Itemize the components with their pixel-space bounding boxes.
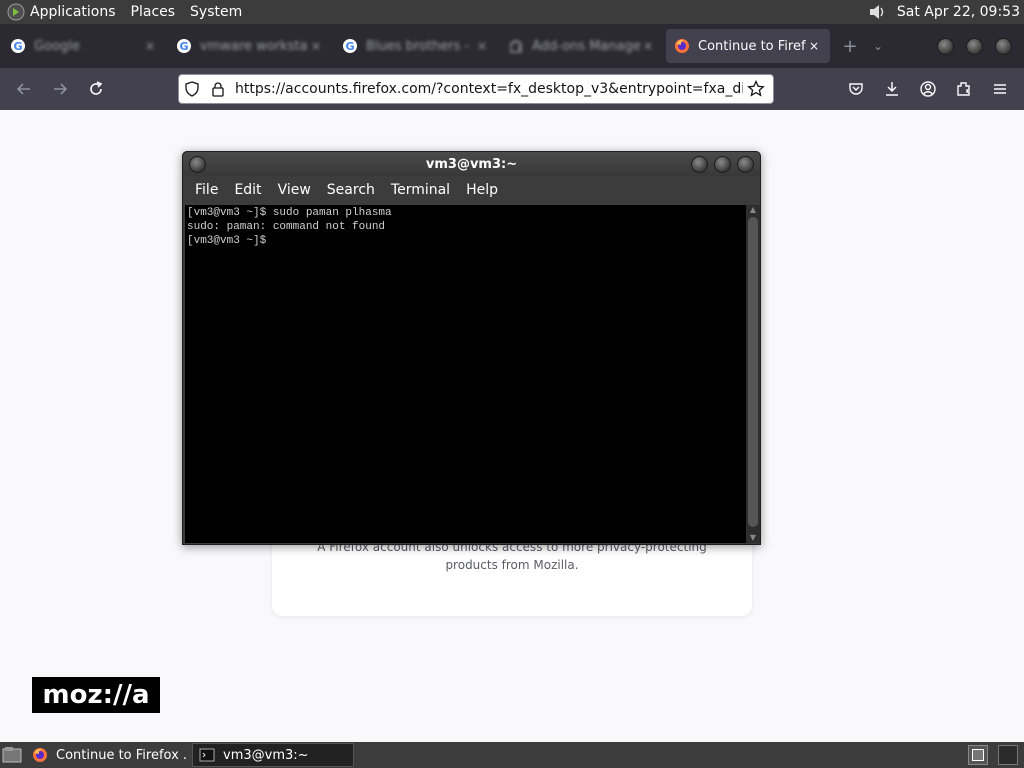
new-tab-icon[interactable]: +	[836, 36, 864, 57]
terminal-line: [vm3@vm3 ~]$	[187, 235, 273, 247]
app-menu-button[interactable]	[982, 73, 1018, 105]
mozilla-logo[interactable]: moz://a	[32, 677, 160, 713]
terminal-scrollbar[interactable]: ▲ ▼	[746, 205, 760, 543]
menu-places[interactable]: Places	[131, 4, 176, 20]
svg-text:G: G	[13, 40, 22, 53]
terminal-icon	[199, 748, 215, 762]
workspace-switcher	[968, 745, 1018, 765]
menu-system[interactable]: System	[190, 4, 242, 20]
close-icon[interactable]: ×	[474, 39, 490, 53]
top-panel: Applications Places System Sat Apr 22, 0…	[0, 0, 1024, 24]
tab-blues-brothers[interactable]: G Blues brothers - Google ×	[334, 29, 498, 63]
url-text[interactable]: https://accounts.firefox.com/?context=fx…	[235, 81, 743, 97]
pocket-button[interactable]	[838, 73, 874, 105]
window-menu-button[interactable]	[189, 156, 206, 173]
google-icon: G	[177, 39, 191, 53]
tab-vmware-workstation[interactable]: G vmware workstation ×	[168, 29, 332, 63]
tab-google[interactable]: G Google ×	[2, 29, 166, 63]
clock[interactable]: Sat Apr 22, 09:53	[897, 4, 1020, 20]
menu-help[interactable]: Help	[458, 182, 506, 198]
gnome-foot-icon[interactable]	[6, 2, 26, 22]
terminal-titlebar[interactable]: vm3@vm3:~	[183, 152, 760, 176]
firefox-icon	[675, 39, 689, 53]
list-all-tabs-icon[interactable]: ⌄	[864, 39, 892, 53]
close-icon[interactable]: ×	[806, 39, 822, 53]
svg-text:G: G	[179, 40, 188, 53]
tab-continue-to-firefox[interactable]: Continue to Firefox ×	[666, 29, 830, 63]
menu-edit[interactable]: Edit	[226, 182, 269, 198]
scroll-up-icon[interactable]: ▲	[746, 205, 760, 215]
reload-button[interactable]	[78, 73, 114, 105]
scrollbar-thumb[interactable]	[748, 217, 758, 527]
volume-icon[interactable]	[867, 2, 887, 22]
terminal-screen[interactable]: [vm3@vm3 ~]$ sudo paman plhasma sudo: pam…	[185, 205, 747, 543]
menu-file[interactable]: File	[187, 182, 226, 198]
taskbar-item-terminal[interactable]: vm3@vm3:~	[192, 743, 354, 767]
minimize-button[interactable]	[937, 37, 954, 55]
forward-button[interactable]	[42, 73, 78, 105]
firefox-icon	[33, 748, 47, 762]
back-button[interactable]	[6, 73, 42, 105]
tab-title: vmware workstation	[200, 38, 308, 54]
tab-strip: G Google × G vmware workstation × G Blue…	[0, 24, 1024, 68]
tab-title: Continue to Firefox	[698, 38, 806, 54]
url-bar[interactable]: https://accounts.firefox.com/?context=fx…	[178, 74, 774, 104]
terminal-line: sudo: paman: command not found	[187, 221, 386, 233]
tab-addons-manager[interactable]: Add-ons Manager ×	[500, 29, 664, 63]
bookmark-star-icon[interactable]	[743, 76, 769, 102]
tab-title: Add-ons Manager	[532, 38, 640, 54]
tracking-protection-icon[interactable]	[179, 76, 205, 102]
lock-icon[interactable]	[205, 76, 231, 102]
workspace-1[interactable]	[968, 745, 988, 765]
bottom-panel: Continue to Firefox ... vm3@vm3:~	[0, 742, 1024, 768]
puzzle-icon	[957, 82, 970, 96]
taskbar-item-label: vm3@vm3:~	[223, 747, 309, 763]
close-icon[interactable]: ×	[640, 39, 656, 53]
maximize-button[interactable]	[966, 37, 983, 55]
extensions-button[interactable]	[946, 73, 982, 105]
workspace-2[interactable]	[998, 745, 1018, 765]
taskbar-item-firefox[interactable]: Continue to Firefox ...	[26, 743, 188, 767]
forward-arrow-icon	[54, 83, 68, 95]
google-icon: G	[11, 39, 25, 53]
reload-icon	[90, 81, 103, 95]
puzzle-icon	[510, 40, 522, 53]
menu-applications[interactable]: Applications	[30, 4, 116, 20]
terminal-menubar: File Edit View Search Terminal Help	[183, 176, 760, 204]
menu-terminal[interactable]: Terminal	[383, 182, 458, 198]
downloads-button[interactable]	[874, 73, 910, 105]
close-window-button[interactable]	[737, 156, 754, 173]
taskbar-item-label: Continue to Firefox ...	[56, 747, 188, 763]
minimize-button[interactable]	[691, 156, 708, 173]
account-icon	[920, 81, 936, 97]
terminal-window: vm3@vm3:~ File Edit View Search Terminal…	[182, 151, 761, 545]
terminal-window-controls	[691, 156, 754, 173]
toolbar-right	[838, 73, 1018, 105]
menu-view[interactable]: View	[270, 182, 319, 198]
menu-search[interactable]: Search	[319, 182, 383, 198]
pocket-icon	[849, 83, 863, 95]
nav-bar: https://accounts.firefox.com/?context=fx…	[0, 68, 1024, 110]
svg-text:G: G	[345, 40, 354, 53]
google-icon: G	[343, 39, 357, 53]
terminal-line: [vm3@vm3 ~]$ sudo paman plhasma	[187, 207, 392, 219]
terminal-title: vm3@vm3:~	[425, 156, 518, 172]
close-icon[interactable]: ×	[142, 39, 158, 53]
back-arrow-icon	[16, 83, 30, 95]
account-button[interactable]	[910, 73, 946, 105]
close-icon[interactable]: ×	[308, 39, 324, 53]
tab-title: Google	[34, 38, 80, 54]
show-desktop-icon[interactable]	[2, 746, 22, 764]
maximize-button[interactable]	[714, 156, 731, 173]
window-controls	[937, 37, 1012, 55]
scroll-down-icon[interactable]: ▼	[746, 533, 760, 543]
close-window-button[interactable]	[995, 37, 1012, 55]
tab-title: Blues brothers - Google	[366, 38, 474, 54]
download-icon	[886, 82, 898, 96]
hamburger-menu-icon	[994, 84, 1006, 94]
